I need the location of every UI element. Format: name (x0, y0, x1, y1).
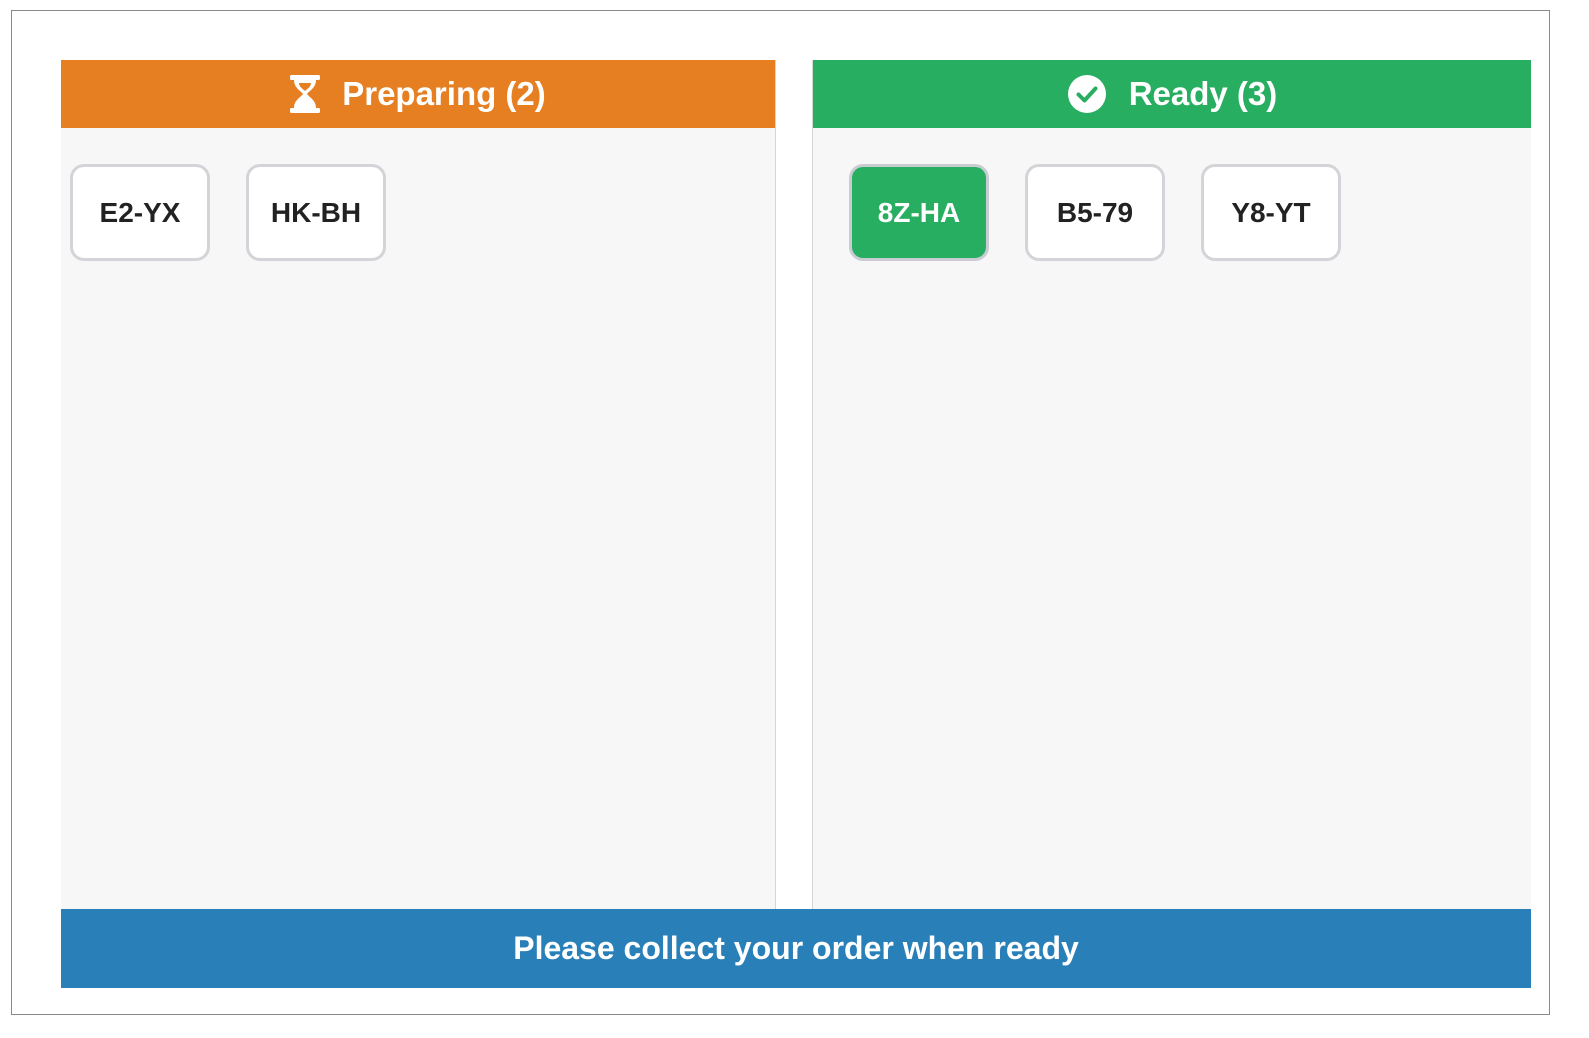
collection-banner: Please collect your order when ready (61, 909, 1531, 988)
order-ticket[interactable]: E2-YX (70, 164, 210, 261)
preparing-header: Preparing (2) (61, 60, 775, 128)
ready-header: Ready (3) (813, 60, 1531, 128)
display-frame: Preparing (2) E2-YX HK-BH Ready (3) 8Z-H… (11, 10, 1550, 1015)
hourglass-icon (290, 75, 321, 113)
preparing-header-label: Preparing (2) (342, 75, 546, 112)
order-status-board: Preparing (2) E2-YX HK-BH Ready (3) 8Z-H… (61, 60, 1531, 988)
check-circle-icon (1067, 74, 1107, 114)
ready-header-label: Ready (3) (1128, 75, 1278, 112)
preparing-ticket-list: E2-YX HK-BH (61, 128, 775, 261)
preparing-column: Preparing (2) E2-YX HK-BH (61, 60, 776, 909)
order-ticket[interactable]: Y8-YT (1201, 164, 1341, 261)
ready-ticket-list: 8Z-HA B5-79 Y8-YT (813, 128, 1531, 261)
order-ticket[interactable]: HK-BH (246, 164, 386, 261)
order-ticket-highlighted[interactable]: 8Z-HA (849, 164, 989, 261)
order-ticket[interactable]: B5-79 (1025, 164, 1165, 261)
ready-column: Ready (3) 8Z-HA B5-79 Y8-YT (812, 60, 1531, 909)
collection-message: Please collect your order when ready (513, 930, 1079, 966)
